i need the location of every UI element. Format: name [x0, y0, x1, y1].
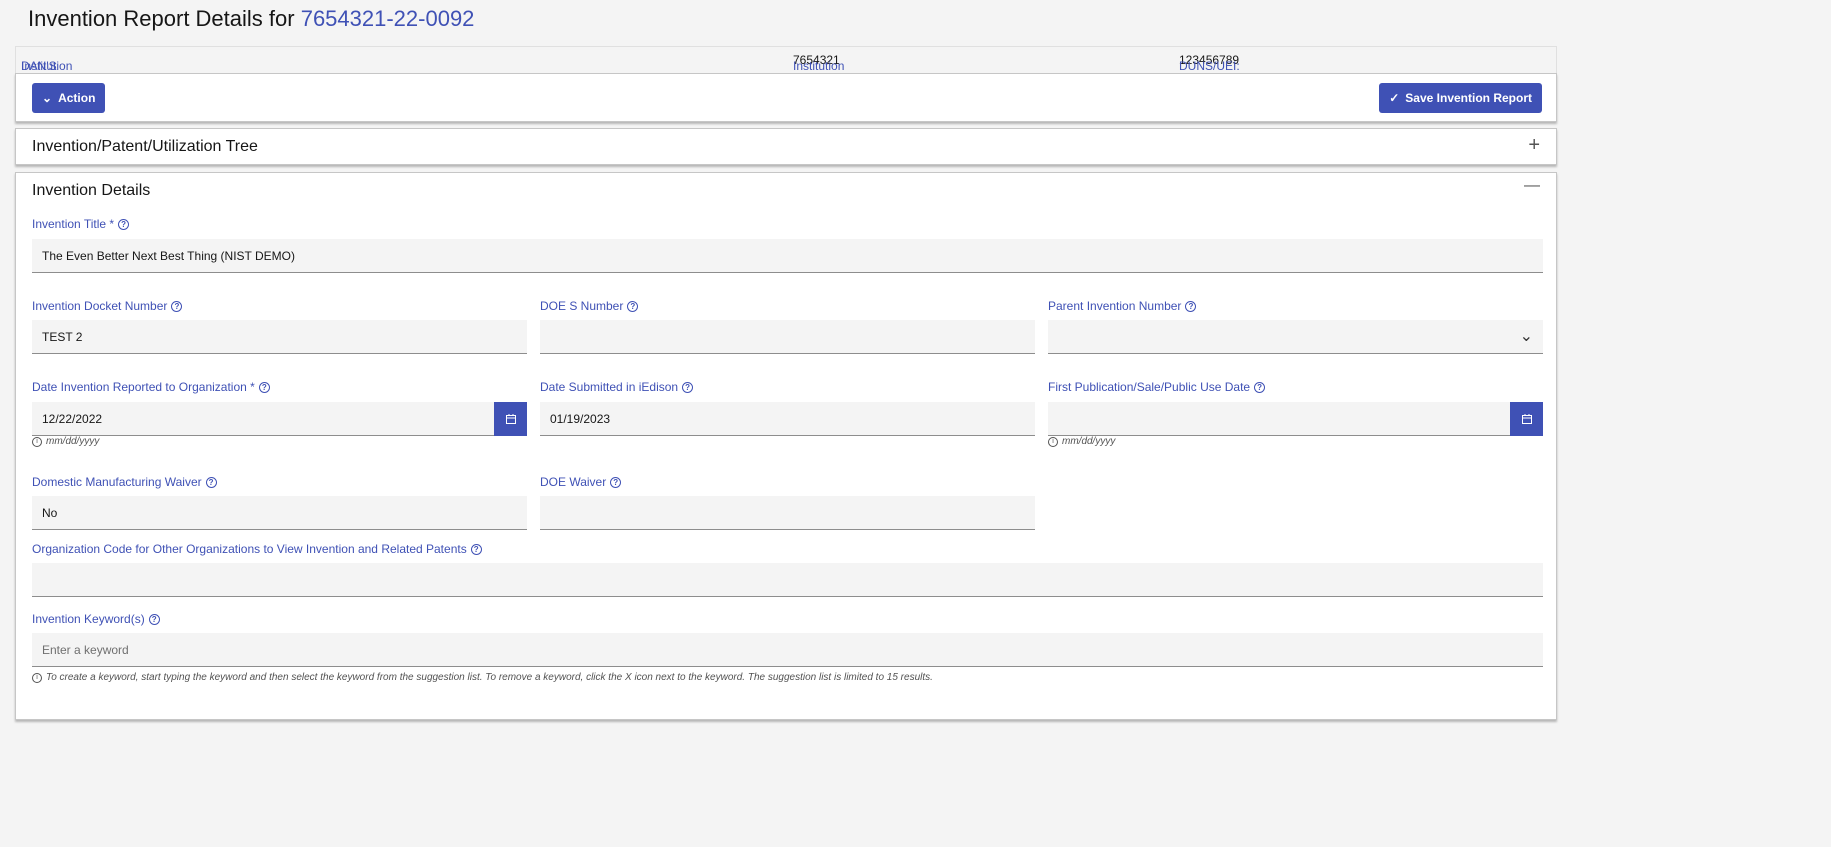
save-invention-report-button[interactable]: ✓ Save Invention Report [1379, 83, 1542, 113]
date-reported-input[interactable]: 12/22/2022 [32, 402, 527, 436]
label-text: Invention Title * [32, 217, 115, 231]
keywords-label: Invention Keyword(s)? [32, 612, 160, 626]
first-publication-input[interactable] [1048, 402, 1543, 436]
save-label: Save Invention Report [1405, 91, 1532, 105]
action-button[interactable]: ⌄ Action [32, 83, 106, 113]
help-icon[interactable]: ? [205, 476, 217, 488]
action-label: Action [58, 91, 96, 105]
help-icon[interactable]: ? [682, 381, 694, 393]
domestic-waiver-label: Domestic Manufacturing Waiver? [32, 475, 217, 489]
doe-waiver-input[interactable] [540, 496, 1035, 530]
title-prefix: Invention Report Details for [28, 6, 295, 31]
info-icon: i [32, 672, 42, 683]
domestic-waiver-input[interactable]: No [32, 496, 527, 530]
date-submitted-input[interactable]: 01/19/2023 [540, 402, 1035, 436]
org-code-label: Organization Code for Other Organization… [32, 542, 482, 556]
institution-info-bar: Institution Name: DAN'S INSTITUTION Inst… [15, 46, 1557, 87]
help-icon[interactable]: ? [148, 613, 160, 625]
label-text: Organization Code for Other Organization… [32, 542, 467, 556]
date-submitted-label: Date Submitted in iEdison? [540, 380, 694, 394]
org-code-input[interactable] [32, 563, 1543, 597]
doe-s-number-input[interactable] [540, 320, 1035, 354]
help-icon[interactable]: ? [1254, 381, 1266, 393]
label-text: Parent Invention Number [1048, 299, 1182, 313]
action-toolbar: ⌄ Action ✓ Save Invention Report [15, 73, 1557, 122]
help-icon[interactable]: ? [118, 218, 130, 230]
label-text: Invention Docket Number [32, 299, 168, 313]
date-format-hint: i mm/dd/yyyy [1048, 436, 1115, 447]
label-text: First Publication/Sale/Public Use Date [1048, 380, 1251, 394]
invention-details-panel: Invention Details — Invention Title *? T… [15, 172, 1557, 720]
label-text: Date Invention Reported to Organization … [32, 380, 255, 394]
help-icon[interactable]: ? [610, 476, 622, 488]
institution-code: Institution Code: 7654321 [793, 53, 844, 87]
checkmark-icon: ✓ [1389, 91, 1400, 105]
parent-invention-select[interactable]: ⌄ [1048, 320, 1543, 354]
duns: DUNS/UEI: 123456789 [1179, 53, 1240, 73]
label-text: Domestic Manufacturing Waiver [32, 475, 202, 489]
page-title: Invention Report Details for 7654321-22-… [28, 6, 474, 32]
expand-plus-icon[interactable]: + [1528, 134, 1540, 157]
hint-text: mm/dd/yyyy [46, 436, 100, 447]
help-icon[interactable]: ? [171, 300, 183, 312]
tree-panel-title: Invention/Patent/Utilization Tree [32, 138, 258, 155]
label-text: Date Submitted in iEdison [540, 380, 679, 394]
label-text: DOE Waiver [540, 475, 607, 489]
hint-text: mm/dd/yyyy [1062, 436, 1116, 447]
calendar-icon[interactable] [494, 402, 527, 436]
chevron-down-icon: ⌄ [1519, 328, 1533, 345]
collapse-minus-icon[interactable]: — [1524, 177, 1540, 195]
date-reported-label: Date Invention Reported to Organization … [32, 380, 270, 394]
help-icon[interactable]: ? [258, 381, 270, 393]
report-number: 7654321-22-0092 [300, 6, 475, 31]
info-icon: i [32, 436, 42, 447]
label-text: DOE S Number [540, 299, 624, 313]
keywords-input[interactable]: Enter a keyword [32, 633, 1543, 667]
invention-title-label: Invention Title *? [32, 217, 130, 231]
chevron-down-icon: ⌄ [42, 91, 53, 105]
docket-number-label: Invention Docket Number? [32, 299, 183, 313]
tree-panel[interactable]: Invention/Patent/Utilization Tree + [15, 128, 1557, 165]
parent-invention-label: Parent Invention Number? [1048, 299, 1197, 313]
help-icon[interactable]: ? [470, 543, 482, 555]
keywords-hint: i To create a keyword, start typing the k… [32, 672, 933, 683]
date-value: 12/22/2022 [42, 411, 103, 426]
duns-label: DUNS/UEI: [1179, 59, 1240, 73]
date-format-hint: i mm/dd/yyyy [32, 436, 99, 447]
first-publication-label: First Publication/Sale/Public Use Date? [1048, 380, 1266, 394]
doe-s-number-label: DOE S Number? [540, 299, 639, 313]
invention-title-input[interactable]: The Even Better Next Best Thing (NIST DE… [32, 239, 1543, 273]
label-text: Invention Keyword(s) [32, 612, 145, 626]
help-icon[interactable]: ? [1185, 300, 1197, 312]
info-icon: i [1048, 436, 1058, 447]
details-panel-title: Invention Details [32, 182, 151, 199]
hint-text: To create a keyword, start typing the ke… [46, 672, 933, 683]
help-icon[interactable]: ? [627, 300, 639, 312]
doe-waiver-label: DOE Waiver? [540, 475, 622, 489]
calendar-icon[interactable] [1510, 402, 1543, 436]
docket-number-input[interactable]: TEST 2 [32, 320, 527, 354]
